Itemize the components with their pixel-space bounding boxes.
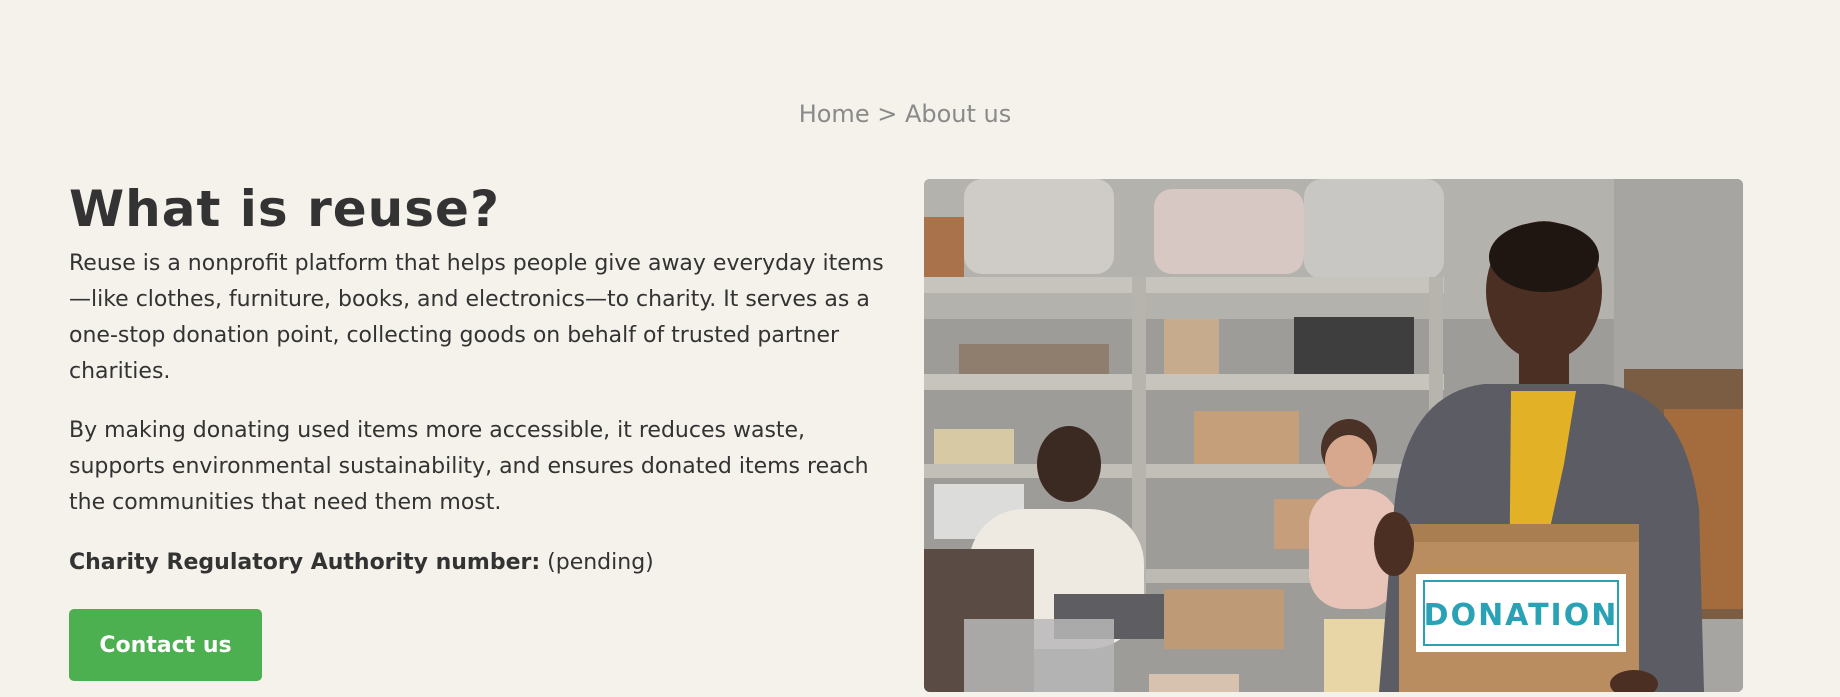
donation-box-label: DONATION [1424, 598, 1619, 633]
volunteer-donation-photo: DONATION [924, 179, 1743, 692]
about-section: What is reuse? Reuse is a nonprofit plat… [69, 178, 899, 681]
breadcrumb-separator: > [877, 100, 898, 128]
page-title: What is reuse? [69, 180, 500, 238]
registration-info: Charity Regulatory Authority number: (pe… [69, 545, 899, 581]
about-page: Home > About us What is reuse? Reuse is … [0, 0, 1840, 697]
breadcrumb: Home > About us [0, 96, 1810, 132]
registration-value: (pending) [547, 550, 654, 575]
breadcrumb-home-link[interactable]: Home [799, 100, 870, 128]
registration-label: Charity Regulatory Authority number: [69, 550, 541, 575]
about-paragraph-2: By making donating used items more acces… [69, 418, 869, 515]
about-paragraph-1: Reuse is a nonprofit platform that helps… [69, 251, 884, 384]
breadcrumb-current: About us [904, 100, 1012, 128]
contact-us-button[interactable]: Contact us [69, 609, 262, 681]
